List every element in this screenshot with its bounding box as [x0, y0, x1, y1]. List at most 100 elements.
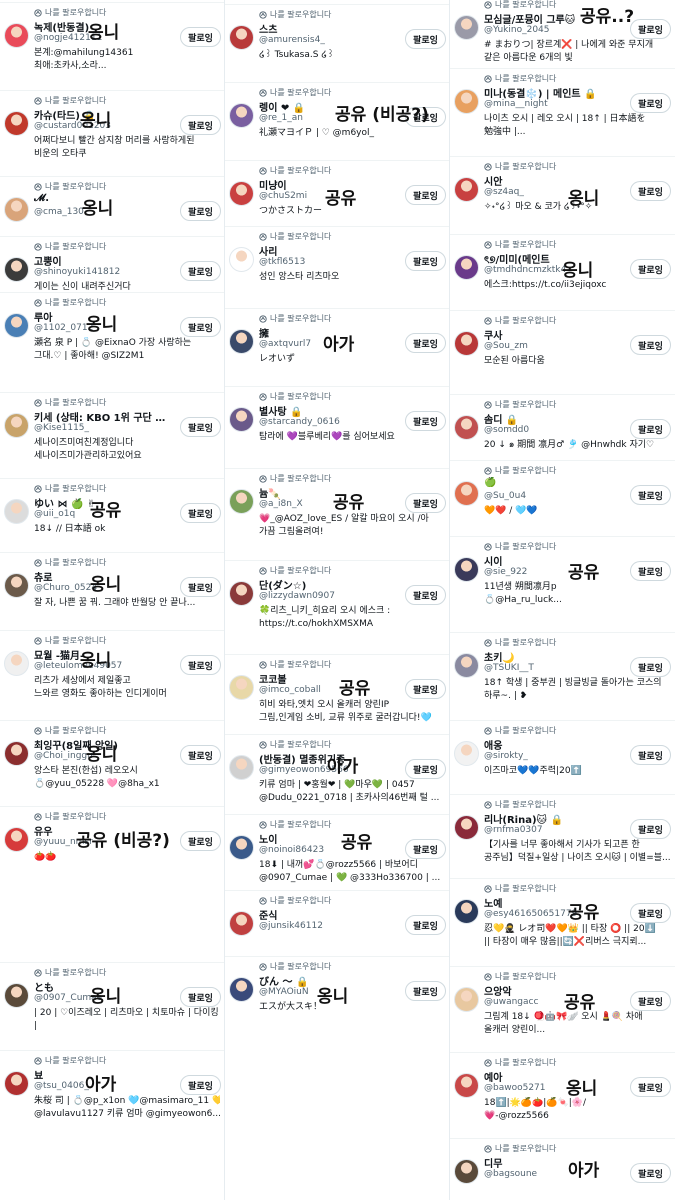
user-card[interactable]: 나를 팔로우합니다 고뿡이 @shinoyuki141812 게이는 신이 내려주신거…: [0, 236, 225, 290]
display-name[interactable]: 단(ダン☆): [259, 577, 399, 592]
avatar[interactable]: [454, 987, 479, 1012]
user-handle[interactable]: @cma_130: [34, 207, 174, 217]
user-handle[interactable]: @chuS2mi: [259, 191, 399, 201]
avatar[interactable]: [229, 25, 254, 50]
user-card[interactable]: 나를 팔로우합니다 단(ダン☆) @lizzydawn0907 🍀리츠_니키_히요리 …: [225, 560, 450, 652]
display-name[interactable]: 모심글/포뮹이 그루🐱: [484, 11, 624, 26]
display-name[interactable]: 키세 (상태: KBO 1위 구단 삼...: [34, 409, 174, 424]
user-card[interactable]: 나를 팔로우합니다 쿠사 @Sou_zm 모순된 아름다움 팔로잉: [450, 310, 675, 392]
user-handle[interactable]: @starcandy_0616: [259, 417, 399, 427]
user-card[interactable]: 나를 팔로우합니다 준식 @junsik46112 팔로잉: [225, 890, 450, 952]
user-card[interactable]: 나를 팔로우합니다 미나(동결❄️) | 메인트 🔒 @mina__night 나이츠…: [450, 68, 675, 154]
avatar[interactable]: [454, 653, 479, 678]
user-handle[interactable]: @yuuu_nmsr: [34, 837, 174, 847]
avatar[interactable]: [4, 499, 29, 524]
user-card[interactable]: 나를 팔로우합니다 擁 @axtqvurl7 レオいず 팔로잉: [225, 308, 450, 384]
following-button[interactable]: 팔로잉: [180, 831, 221, 851]
display-name[interactable]: 초키🌙: [484, 649, 624, 664]
following-button[interactable]: 팔로잉: [405, 585, 446, 605]
user-card[interactable]: 나를 팔로우합니다 유우 @yuuu_nmsr 🍅🍅 팔로잉: [0, 806, 225, 872]
display-name[interactable]: 뵤: [34, 1067, 174, 1082]
following-button[interactable]: 팔로잉: [630, 991, 671, 1011]
user-card[interactable]: 나를 팔로우합니다 사리 @tkfl6513 성인 앙스타 리츠마오 팔로잉: [225, 226, 450, 306]
avatar[interactable]: [229, 103, 254, 128]
user-card[interactable]: 나를 팔로우합니다 미냥이 @chuS2mi つかさストカー 팔로잉: [225, 160, 450, 224]
user-card[interactable]: 나를 팔로우합니다 (반동결) 멸종위기종 @gimyeowon69566 키류 엄마…: [225, 734, 450, 812]
following-button[interactable]: 팔로잉: [630, 181, 671, 201]
avatar[interactable]: [454, 815, 479, 840]
following-button[interactable]: 팔로잉: [630, 335, 671, 355]
avatar[interactable]: [4, 111, 29, 136]
display-name[interactable]: 카슈(타드) 🔒: [34, 107, 174, 122]
display-name[interactable]: 유우: [34, 823, 174, 838]
display-name[interactable]: 리나(Rina)🐱 🔒: [484, 811, 624, 826]
avatar[interactable]: [229, 835, 254, 860]
avatar[interactable]: [229, 911, 254, 936]
following-button[interactable]: 팔로잉: [630, 93, 671, 113]
user-card[interactable]: 나를 팔로우합니다 루아 @1102_0712 瀬名 泉 P | 💍 @EixnaO …: [0, 292, 225, 390]
following-button[interactable]: 팔로잉: [180, 115, 221, 135]
following-button[interactable]: 팔로잉: [180, 655, 221, 675]
user-handle[interactable]: @re_1_an: [259, 113, 399, 123]
display-name[interactable]: 고뿡이: [34, 253, 174, 268]
avatar[interactable]: [454, 177, 479, 202]
following-button[interactable]: 팔로잉: [180, 987, 221, 1007]
display-name[interactable]: 𝓜.: [34, 193, 174, 204]
user-card[interactable]: 나를 팔로우합니다 별사탕 🔒 @starcandy_0616 탐라에 💜블루베리💜를…: [225, 386, 450, 466]
user-card[interactable]: 나를 팔로우합니다 리나(Rina)🐱 🔒 @rnfma0307 【기사를 너무 좋아…: [450, 794, 675, 876]
following-button[interactable]: 팔로잉: [630, 1077, 671, 1097]
following-button[interactable]: 팔로잉: [630, 657, 671, 677]
user-card[interactable]: 나를 팔로우합니다 びん 〜 🔒 @MYAOiuN エスが大スキ！ 팔로잉: [225, 956, 450, 1026]
following-button[interactable]: 팔로잉: [630, 819, 671, 839]
avatar[interactable]: [454, 899, 479, 924]
user-card[interactable]: 나를 팔로우합니다 카슈(타드) 🔒 @custard001203 어쩌다보니 빨간 …: [0, 90, 225, 174]
user-card[interactable]: 나를 팔로우합니다 솜디 🔒 @somdd0 20 ↓ ๑ 期間 凛月♂ 🎐 @Hnw…: [450, 394, 675, 458]
user-handle[interactable]: @custard001203: [34, 121, 174, 131]
user-handle[interactable]: @junsik46112: [259, 921, 399, 931]
user-handle[interactable]: @tmdhdncmzktk4: [484, 265, 624, 275]
user-handle[interactable]: @leteulomae49057: [34, 661, 174, 671]
following-button[interactable]: 팔로잉: [405, 759, 446, 779]
display-name[interactable]: 사리: [259, 243, 399, 258]
display-name[interactable]: 애옹: [484, 737, 624, 752]
avatar[interactable]: [229, 581, 254, 606]
user-card[interactable]: 나를 팔로우합니다 노이 @noinoi86423 18⬇ | 내꺼💕💍@rozz55…: [225, 814, 450, 888]
following-button[interactable]: 팔로잉: [405, 107, 446, 127]
display-name[interactable]: 늄🍡: [259, 485, 399, 500]
user-card[interactable]: 나를 팔로우합니다 ৎ୭/미미(메인트 @tmdhdncmzktk4 에스크:http…: [450, 234, 675, 308]
avatar[interactable]: [4, 197, 29, 222]
user-handle[interactable]: @MYAOiuN: [259, 987, 399, 997]
user-handle[interactable]: @esy461650651779: [484, 909, 624, 919]
display-name[interactable]: 준식: [259, 907, 399, 922]
display-name[interactable]: とも: [34, 979, 174, 994]
user-handle[interactable]: @TSUKI__T: [484, 663, 624, 673]
following-button[interactable]: 팔로잉: [180, 1075, 221, 1095]
avatar[interactable]: [454, 1159, 479, 1184]
user-card[interactable]: 나를 팔로우합니다 최잉꾸(8일째 앙일) @Choi_inggu 앙스타 본진(한섭…: [0, 720, 225, 804]
avatar[interactable]: [4, 827, 29, 852]
display-name[interactable]: 스츠: [259, 21, 399, 36]
user-card[interactable]: 나를 팔로우합니다 예아 @bawoo5271 18⬆️|🌟🍊🍅|🍊🍬|🌸/ 💗-@ro…: [450, 1052, 675, 1136]
user-handle[interactable]: @lizzydawn0907: [259, 591, 399, 601]
avatar[interactable]: [229, 675, 254, 700]
avatar[interactable]: [4, 257, 29, 282]
user-card[interactable]: 나를 팔로우합니다 노예 @esy461650651779 忍💛🥷 レオ司❤️🧡👑 |…: [450, 878, 675, 964]
display-name[interactable]: 코코볼: [259, 671, 399, 686]
display-name[interactable]: 쿠사: [484, 327, 624, 342]
user-card[interactable]: 나를 팔로우합니다 とも @0907_Cumae | 20 | ♡이즈레오 | 리츠마…: [0, 962, 225, 1044]
user-handle[interactable]: @Sou_zm: [484, 341, 624, 351]
following-button[interactable]: 팔로잉: [405, 333, 446, 353]
user-card[interactable]: 나를 팔로우합니다 렝이 ❤ 🔒 @re_1_an 礼瀬マヨイＰ | ♡ @m6yol…: [225, 82, 450, 158]
avatar[interactable]: [229, 977, 254, 1002]
following-button[interactable]: 팔로잉: [180, 317, 221, 337]
avatar[interactable]: [4, 983, 29, 1008]
user-handle[interactable]: @somdd0: [484, 425, 624, 435]
avatar[interactable]: [4, 313, 29, 338]
display-name[interactable]: 별사탕 🔒: [259, 403, 399, 418]
avatar[interactable]: [454, 557, 479, 582]
following-button[interactable]: 팔로잉: [180, 261, 221, 281]
user-handle[interactable]: @tkfl6513: [259, 257, 399, 267]
following-button[interactable]: 팔로잉: [405, 679, 446, 699]
following-button[interactable]: 팔로잉: [630, 485, 671, 505]
display-name[interactable]: ゆい ⋈ 🍏 ✌: [34, 495, 174, 510]
